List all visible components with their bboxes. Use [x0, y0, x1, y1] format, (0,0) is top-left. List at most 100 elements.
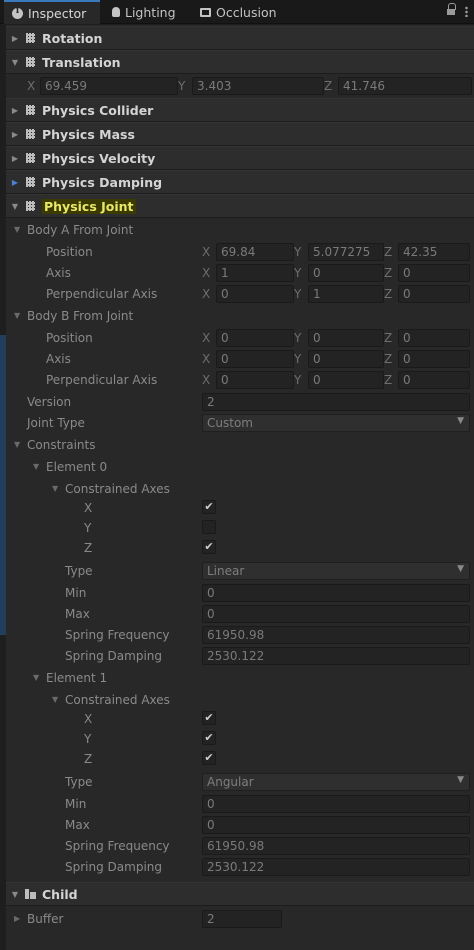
body-b-perp-z[interactable]: 0: [398, 370, 470, 389]
body-a-position-y[interactable]: 5.077275: [308, 242, 384, 261]
element-1-foldout[interactable]: ▼ Element 1: [6, 667, 474, 688]
constrained-y-checkbox[interactable]: ✔: [202, 731, 216, 745]
body-b-position-z[interactable]: 0: [398, 328, 470, 347]
y-label: Y: [178, 78, 186, 93]
body-a-perp-x[interactable]: 0: [216, 284, 294, 303]
translation-x-field[interactable]: 69.459: [40, 76, 178, 95]
component-child[interactable]: ▼ Child: [6, 882, 474, 906]
translation-z-field[interactable]: 41.746: [338, 76, 472, 95]
tab-occlusion[interactable]: Occlusion: [192, 0, 292, 24]
fold-arrow-icon[interactable]: ▼: [52, 695, 58, 704]
translation-y-field[interactable]: 3.403: [192, 76, 324, 95]
joint-type-dropdown[interactable]: Custom ▼: [202, 413, 470, 432]
buffer-field[interactable]: 2: [202, 909, 282, 928]
more-menu-icon[interactable]: [465, 6, 468, 17]
component-physics-mass[interactable]: ▶ Physics Mass: [6, 122, 474, 146]
element-0-x-row: X ✔: [6, 497, 474, 518]
fold-arrow-icon[interactable]: ▼: [33, 462, 39, 471]
max-field[interactable]: 0: [202, 604, 470, 623]
fold-arrow-icon[interactable]: ▼: [6, 202, 24, 211]
max-field[interactable]: 0: [202, 815, 470, 834]
body-b-axis-z[interactable]: 0: [398, 349, 470, 368]
fold-arrow-icon[interactable]: ▼: [33, 673, 39, 682]
spring-frequency-field[interactable]: 61950.98: [202, 625, 470, 644]
joint-type-label: Joint Type: [27, 415, 85, 430]
component-title: Physics Mass: [42, 126, 135, 142]
constrained-x-checkbox[interactable]: ✔: [202, 500, 216, 514]
fold-arrow-icon[interactable]: ▶: [6, 154, 24, 163]
body-a-axis-y[interactable]: 0: [308, 263, 384, 282]
body-a-foldout[interactable]: ▼ Body A From Joint: [6, 219, 474, 240]
element-0-spring-frequency-row: Spring Frequency 61950.98: [6, 624, 474, 645]
constrained-z-checkbox[interactable]: ✔: [202, 540, 216, 554]
component-physics-joint[interactable]: ▼ Physics Joint: [6, 194, 474, 218]
x-label: X: [202, 286, 211, 301]
fold-arrow-icon[interactable]: ▶: [6, 34, 24, 43]
min-field[interactable]: 0: [202, 583, 470, 602]
info-icon: [12, 6, 23, 19]
fold-arrow-icon[interactable]: ▼: [14, 225, 20, 234]
tab-inspector[interactable]: Inspector: [4, 0, 100, 24]
x-label: X: [202, 372, 211, 387]
constrained-y-checkbox[interactable]: [202, 520, 216, 534]
min-field[interactable]: 0: [202, 794, 470, 813]
fold-arrow-icon[interactable]: ▶: [6, 178, 24, 187]
spring-damping-field[interactable]: 2530.122: [202, 857, 470, 876]
y-label: Y: [294, 330, 302, 345]
component-title: Physics Damping: [42, 174, 163, 190]
body-a-position-x[interactable]: 69.84: [216, 242, 294, 261]
constraints-foldout[interactable]: ▼ Constraints: [6, 434, 474, 455]
component-rotation[interactable]: ▶ Rotation: [6, 26, 474, 50]
body-b-axis-x[interactable]: 0: [216, 349, 294, 368]
spring-frequency-field[interactable]: 61950.98: [202, 836, 470, 855]
body-a-label: Body A From Joint: [27, 222, 134, 237]
position-label: Position: [46, 330, 93, 345]
component-physics-damping[interactable]: ▶ Physics Damping: [6, 170, 474, 194]
type-dropdown[interactable]: Linear ▼: [202, 561, 470, 580]
fold-arrow-icon[interactable]: ▼: [52, 484, 58, 493]
constrained-x-checkbox[interactable]: ✔: [202, 711, 216, 725]
body-a-perp-z[interactable]: 0: [398, 284, 470, 303]
body-b-position-x[interactable]: 0: [216, 328, 294, 347]
component-gear-icon: [24, 104, 36, 116]
lock-icon[interactable]: [447, 3, 456, 17]
buffer-row: ▶ Buffer 2: [6, 908, 474, 929]
component-title: Physics Velocity: [42, 150, 156, 166]
component-title: Child: [42, 886, 78, 902]
component-physics-collider[interactable]: ▶ Physics Collider: [6, 98, 474, 122]
body-a-axis-x[interactable]: 1: [216, 263, 294, 282]
fold-arrow-icon[interactable]: ▶: [6, 106, 24, 115]
fold-arrow-icon[interactable]: ▼: [6, 58, 24, 67]
spring-frequency-label: Spring Frequency: [65, 627, 170, 642]
element-0-foldout[interactable]: ▼ Element 0: [6, 456, 474, 477]
body-b-position-y[interactable]: 0: [308, 328, 384, 347]
body-a-perp-y[interactable]: 1: [308, 284, 384, 303]
spring-damping-field[interactable]: 2530.122: [202, 646, 470, 665]
fold-arrow-icon[interactable]: ▶: [6, 130, 24, 139]
body-b-perp-y[interactable]: 0: [308, 370, 384, 389]
body-b-foldout[interactable]: ▼ Body B From Joint: [6, 305, 474, 326]
fold-arrow-icon[interactable]: ▼: [14, 311, 20, 320]
body-a-axis-z[interactable]: 0: [398, 263, 470, 282]
body-a-position-z[interactable]: 42.35: [398, 242, 470, 261]
version-field[interactable]: 2: [202, 392, 470, 411]
component-title: Rotation: [42, 30, 103, 46]
fold-arrow-icon[interactable]: ▶: [14, 914, 20, 923]
version-row: Version 2: [6, 391, 474, 412]
tab-lighting[interactable]: Lighting: [104, 0, 194, 24]
chevron-down-icon: ▼: [457, 774, 464, 785]
element-0-axes-foldout[interactable]: ▼ Constrained Axes: [6, 478, 474, 499]
body-b-perp-x[interactable]: 0: [216, 370, 294, 389]
component-translation[interactable]: ▼ Translation: [6, 50, 474, 74]
component-gear-icon: [24, 176, 36, 188]
element-1-axes-foldout[interactable]: ▼ Constrained Axes: [6, 689, 474, 710]
fold-arrow-icon[interactable]: ▼: [14, 440, 20, 449]
body-b-axis-y[interactable]: 0: [308, 349, 384, 368]
constrained-z-checkbox[interactable]: ✔: [202, 751, 216, 765]
type-dropdown[interactable]: Angular ▼: [202, 772, 470, 791]
fold-arrow-icon[interactable]: ▼: [6, 890, 24, 899]
spring-damping-label: Spring Damping: [65, 859, 162, 874]
max-label: Max: [65, 606, 90, 621]
axis-y-label: Y: [84, 731, 92, 746]
component-physics-velocity[interactable]: ▶ Physics Velocity: [6, 146, 474, 170]
